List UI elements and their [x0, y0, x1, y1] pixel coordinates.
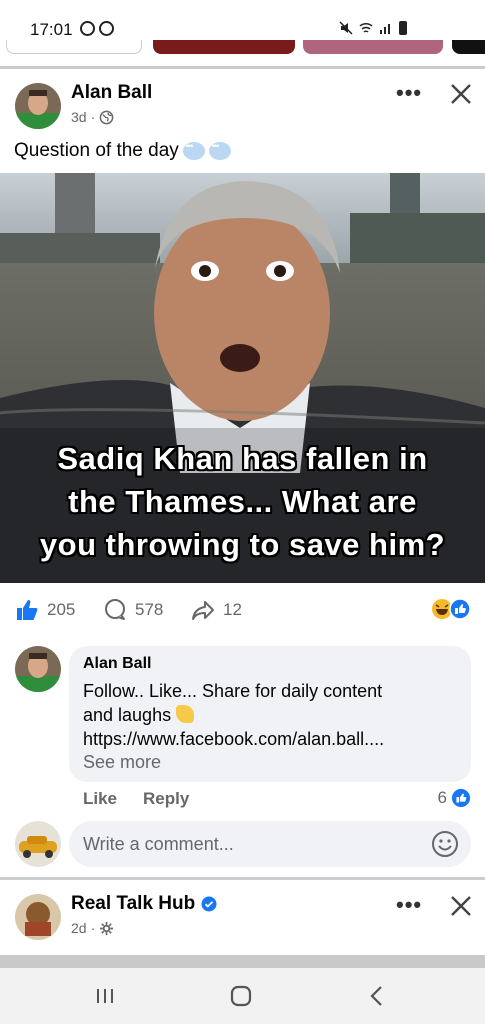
comment-button[interactable]: 578	[103, 598, 163, 622]
comment-author[interactable]: Alan Ball	[83, 655, 151, 673]
comment-reply-button[interactable]: Reply	[143, 789, 189, 809]
system-nav-bar	[0, 968, 485, 1024]
comment-icon	[105, 599, 125, 620]
feed-divider	[0, 877, 485, 880]
author-avatar[interactable]	[15, 894, 61, 940]
status-time: 17:01	[30, 20, 73, 39]
comment-count: 578	[135, 600, 164, 619]
meme-text-line: the Thames... What are	[68, 484, 417, 519]
more-options-button[interactable]: •••	[396, 892, 422, 918]
author-name[interactable]: Alan Ball	[71, 82, 152, 104]
comment-link[interactable]: https://www.facebook.com/alan.ball....	[83, 727, 463, 751]
clapping-hands-emoji	[176, 705, 195, 723]
post-image-peek[interactable]	[0, 955, 485, 968]
comment-like-count: 6	[437, 788, 447, 807]
wifi-icon	[359, 22, 373, 33]
commenter-avatar[interactable]	[15, 646, 61, 692]
comment-input[interactable]	[83, 831, 413, 857]
current-user-avatar	[15, 821, 61, 867]
story-card[interactable]	[153, 40, 295, 54]
author-name-row: Real Talk Hub	[71, 893, 217, 915]
home-button[interactable]	[226, 982, 256, 1010]
like-count: 205	[47, 600, 76, 619]
like-reaction-icon	[451, 788, 471, 808]
comment-reaction-count[interactable]: 6	[438, 788, 471, 808]
battery-icon	[399, 21, 407, 35]
post-header: Alan Ball 3d · •••	[0, 80, 485, 140]
post-meta: 2d ·	[71, 920, 114, 936]
post-caption: Question of the day	[14, 140, 231, 162]
meme-text-line: you throwing to save him?	[39, 527, 446, 562]
close-post-button[interactable]	[447, 80, 475, 108]
comment-like-button[interactable]: Like	[83, 789, 117, 809]
post-meta: 3d ·	[71, 109, 114, 125]
reaction-summary[interactable]	[431, 598, 471, 620]
globe-icon	[99, 110, 114, 124]
post-image[interactable]: Sadiq Khan has fallen in the Thames... W…	[0, 173, 485, 583]
story-card[interactable]	[452, 40, 485, 54]
back-button[interactable]	[362, 982, 392, 1010]
meta-separator: ·	[90, 920, 96, 936]
comment-composer[interactable]	[69, 821, 471, 867]
signal-icon	[380, 24, 390, 34]
meme-text-line: Sadiq Khan has fallen in	[57, 441, 428, 476]
thumbs-up-icon	[17, 600, 38, 620]
comment-text-line: and laughs	[83, 703, 463, 727]
story-card[interactable]	[6, 40, 142, 54]
status-system-icons	[339, 21, 407, 35]
story-card[interactable]	[303, 40, 443, 54]
meta-separator: ·	[90, 109, 96, 125]
more-options-button[interactable]: •••	[396, 80, 422, 106]
comment-text: Follow.. Like... Share for daily content…	[83, 679, 463, 751]
comment-bubble[interactable]: Alan Ball Follow.. Like... Share for dai…	[69, 646, 471, 782]
like-button[interactable]: 205	[15, 598, 75, 622]
feed-divider	[0, 66, 485, 69]
post-header: Real Talk Hub 2d · •••	[0, 892, 485, 952]
gear-icon	[100, 921, 114, 935]
share-count: 12	[223, 600, 242, 619]
share-icon	[192, 601, 214, 620]
speech-bubble-emoji	[208, 141, 231, 160]
see-more-link[interactable]: See more	[83, 752, 161, 773]
status-notification-icons	[80, 21, 114, 36]
mute-icon	[339, 21, 353, 35]
comment-text-line: Follow.. Like... Share for daily content	[83, 681, 383, 701]
verified-badge-icon	[201, 896, 217, 912]
sync-icon	[80, 21, 95, 36]
post-time[interactable]: 3d	[71, 109, 87, 125]
reactions-bar: 205 578 12	[0, 592, 485, 628]
caption-text: Question of the day	[14, 140, 179, 161]
comment-actions: Like Reply	[83, 789, 189, 809]
share-button[interactable]: 12	[191, 598, 242, 622]
speech-bubble-emoji	[182, 141, 205, 160]
post-time[interactable]: 2d	[71, 920, 87, 936]
emoji-icon[interactable]	[431, 830, 459, 858]
close-post-button[interactable]	[447, 892, 475, 920]
recent-apps-button[interactable]	[90, 982, 120, 1010]
author-avatar[interactable]	[15, 83, 61, 129]
whatsapp-icon	[99, 21, 114, 36]
like-reaction-icon	[449, 598, 471, 620]
author-name[interactable]: Real Talk Hub	[71, 893, 195, 915]
stories-strip[interactable]	[0, 40, 485, 56]
